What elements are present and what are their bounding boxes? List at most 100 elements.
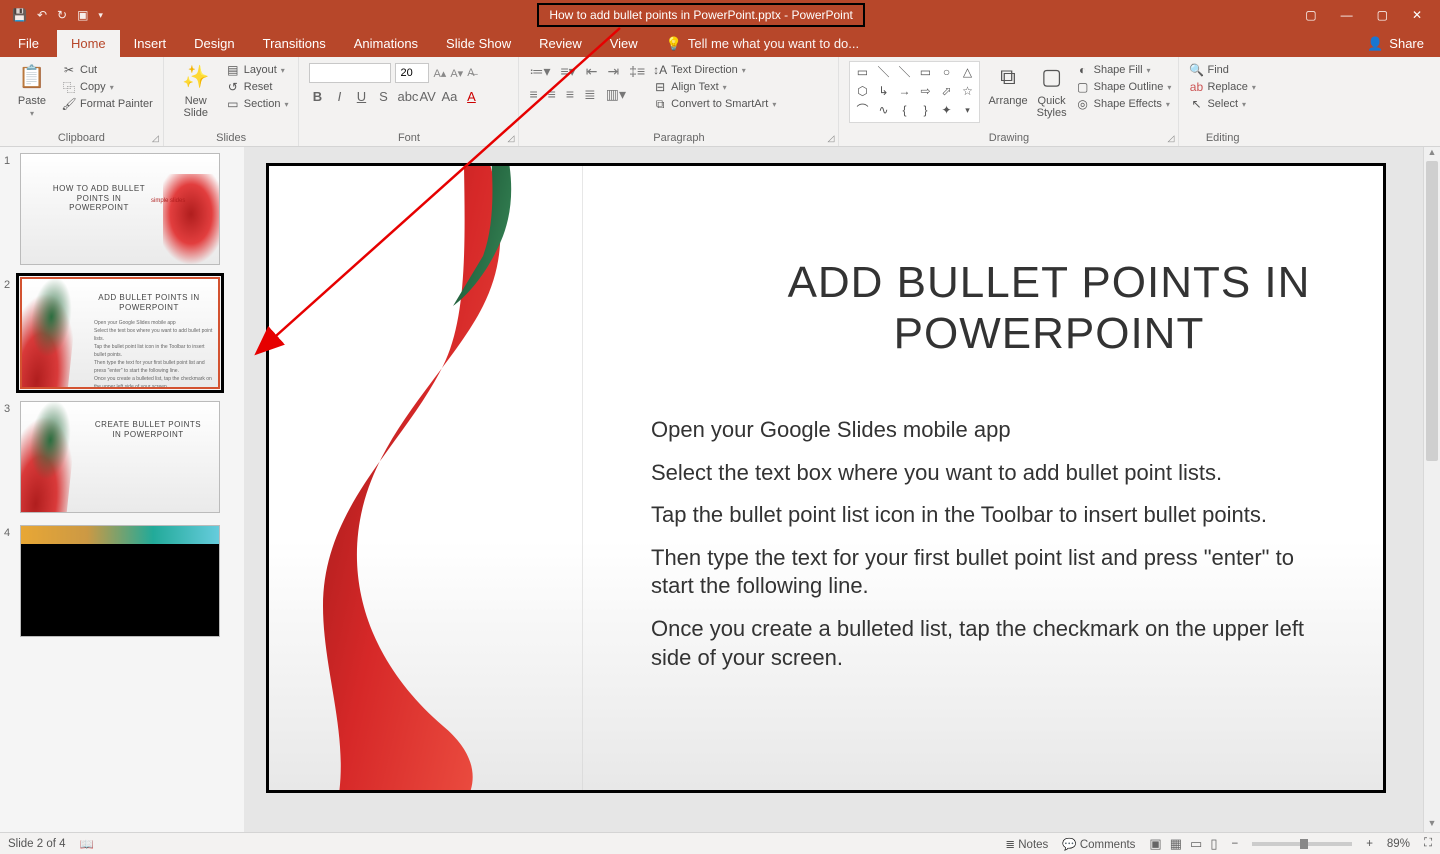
char-spacing-button[interactable]: AV: [419, 89, 435, 104]
new-slide-button[interactable]: ✨ New Slide: [174, 61, 218, 119]
quick-styles-button[interactable]: ▢ Quick Styles: [1036, 61, 1068, 119]
reset-button[interactable]: ↺Reset: [226, 80, 289, 94]
align-center-button[interactable]: ≡: [548, 86, 556, 103]
justify-button[interactable]: ≣: [584, 86, 596, 103]
tab-design[interactable]: Design: [180, 30, 248, 57]
shape-outline-button[interactable]: ▢Shape Outline ▾: [1076, 80, 1172, 94]
font-name-input[interactable]: [309, 63, 391, 83]
paste-icon: 📋: [16, 61, 48, 93]
align-right-button[interactable]: ≡: [566, 86, 574, 103]
align-text-button[interactable]: ⊟Align Text ▾: [653, 80, 776, 94]
normal-view-icon[interactable]: ▣: [1149, 836, 1161, 852]
clear-formatting-icon[interactable]: A̶: [467, 67, 474, 79]
tab-file[interactable]: File: [0, 30, 57, 57]
text-direction-button[interactable]: ↕AText Direction ▾: [653, 63, 776, 77]
thumbnail-3[interactable]: 3 CREATE BULLET POINTS IN POWERPOINT: [4, 401, 240, 513]
ribbon-display-icon[interactable]: ▢: [1305, 8, 1316, 22]
italic-button[interactable]: I: [331, 89, 347, 104]
shapes-gallery[interactable]: ▭＼＼▭○△ ⬡↳→⇨⬀☆ ⌒∿{}✦▾: [849, 61, 980, 123]
undo-icon[interactable]: ↶: [37, 8, 47, 22]
slideshow-view-icon[interactable]: ▯: [1210, 836, 1217, 852]
numbering-button[interactable]: ≡▾: [561, 63, 576, 80]
font-launcher-icon[interactable]: ◿: [508, 133, 515, 144]
bullets-button[interactable]: ≔▾: [529, 63, 550, 80]
bold-button[interactable]: B: [309, 89, 325, 104]
sorter-view-icon[interactable]: ▦: [1170, 836, 1182, 852]
slide-title[interactable]: ADD BULLET POINTS IN POWERPOINT: [739, 258, 1359, 359]
slide-body[interactable]: Open your Google Slides mobile app Selec…: [651, 416, 1331, 686]
current-slide[interactable]: ADD BULLET POINTS IN POWERPOINT Open you…: [266, 163, 1386, 793]
maximize-icon[interactable]: ▢: [1377, 8, 1388, 22]
slide-thumbnails-panel[interactable]: 1 HOW TO ADD BULLET POINTS IN POWERPOINT…: [0, 147, 244, 832]
zoom-level[interactable]: 89%: [1387, 838, 1410, 850]
shape-effects-button[interactable]: ◎Shape Effects ▾: [1076, 97, 1172, 111]
tab-review[interactable]: Review: [525, 30, 596, 57]
notes-button[interactable]: ≣ Notes: [1005, 837, 1048, 851]
increase-font-icon[interactable]: A▴: [433, 67, 446, 80]
save-icon[interactable]: 💾: [12, 8, 27, 22]
slide-counter[interactable]: Slide 2 of 4: [8, 838, 66, 850]
reading-view-icon[interactable]: ▭: [1190, 836, 1202, 852]
qat-more-icon[interactable]: ▾: [98, 10, 103, 21]
shadow-button[interactable]: abc: [397, 89, 413, 104]
fit-window-icon[interactable]: ⛶: [1424, 837, 1432, 850]
copy-button[interactable]: ⿻Copy ▾: [62, 80, 153, 94]
scroll-thumb[interactable]: [1426, 161, 1438, 461]
paragraph-launcher-icon[interactable]: ◿: [828, 133, 835, 144]
scroll-down-icon[interactable]: ▼: [1424, 818, 1440, 832]
tab-slide-show[interactable]: Slide Show: [432, 30, 525, 57]
columns-button[interactable]: ▥▾: [606, 86, 626, 103]
paste-button[interactable]: 📋 Paste ▾: [10, 61, 54, 118]
scissors-icon: ✂: [62, 63, 76, 77]
clipboard-launcher-icon[interactable]: ◿: [152, 133, 159, 144]
underline-button[interactable]: U: [353, 89, 369, 104]
close-icon[interactable]: ✕: [1412, 8, 1422, 22]
align-left-button[interactable]: ≡: [529, 86, 537, 103]
tab-view[interactable]: View: [596, 30, 652, 57]
line-spacing-button[interactable]: ‡≡: [629, 63, 645, 80]
start-from-beginning-icon[interactable]: ▣: [77, 8, 88, 22]
increase-indent-button[interactable]: ⇥: [607, 63, 619, 80]
scroll-up-icon[interactable]: ▲: [1424, 147, 1440, 161]
comments-button[interactable]: 💬 Comments: [1062, 837, 1135, 851]
find-icon: 🔍: [1189, 63, 1203, 77]
decrease-indent-button[interactable]: ⇤: [586, 63, 598, 80]
strike-button[interactable]: S: [375, 89, 391, 104]
change-case-button[interactable]: Aa: [441, 89, 457, 104]
thumbnail-1[interactable]: 1 HOW TO ADD BULLET POINTS IN POWERPOINT…: [4, 153, 240, 265]
tab-insert[interactable]: Insert: [120, 30, 181, 57]
thumbnail-4[interactable]: 4: [4, 525, 240, 637]
ribbon-tabs: File Home Insert Design Transitions Anim…: [0, 30, 1440, 57]
minimize-icon[interactable]: —: [1341, 8, 1353, 22]
select-button[interactable]: ↖Select ▾: [1189, 97, 1255, 111]
tell-me-label: Tell me what you want to do...: [688, 36, 859, 51]
slide-editor[interactable]: ADD BULLET POINTS IN POWERPOINT Open you…: [244, 147, 1440, 832]
zoom-in-icon[interactable]: +: [1366, 838, 1373, 850]
find-button[interactable]: 🔍Find: [1189, 63, 1255, 77]
zoom-slider[interactable]: [1252, 842, 1352, 846]
zoom-out-icon[interactable]: −: [1231, 838, 1238, 850]
tell-me-search[interactable]: 💡 Tell me what you want to do...: [652, 30, 873, 57]
convert-smartart-button[interactable]: ⧉Convert to SmartArt ▾: [653, 97, 776, 111]
shape-fill-button[interactable]: ◐Shape Fill ▾: [1076, 63, 1172, 77]
redo-icon[interactable]: ↻: [57, 8, 67, 22]
ribbon: 📋 Paste ▾ ✂Cut ⿻Copy ▾ 🖌Format Painter C…: [0, 57, 1440, 147]
drawing-launcher-icon[interactable]: ◿: [1168, 133, 1175, 144]
replace-button[interactable]: abReplace ▾: [1189, 80, 1255, 94]
arrange-button[interactable]: ⧉ Arrange: [988, 61, 1027, 107]
share-button[interactable]: 👤 Share: [1351, 36, 1440, 52]
cut-button[interactable]: ✂Cut: [62, 63, 153, 77]
layout-button[interactable]: ▤Layout ▾: [226, 63, 289, 77]
tab-animations[interactable]: Animations: [340, 30, 432, 57]
section-button[interactable]: ▭Section ▾: [226, 97, 289, 111]
font-size-input[interactable]: [395, 63, 429, 83]
quick-access-toolbar: 💾 ↶ ↻ ▣ ▾: [0, 8, 115, 22]
tab-transitions[interactable]: Transitions: [249, 30, 340, 57]
spellcheck-icon[interactable]: 📖: [80, 837, 94, 851]
font-color-button[interactable]: A: [463, 89, 479, 104]
format-painter-button[interactable]: 🖌Format Painter: [62, 97, 153, 111]
tab-home[interactable]: Home: [57, 30, 120, 57]
thumbnail-2[interactable]: 2 ADD BULLET POINTS IN POWERPOINT Open y…: [4, 277, 240, 389]
vertical-scrollbar[interactable]: ▲ ▼: [1423, 147, 1440, 832]
decrease-font-icon[interactable]: A▾: [450, 67, 463, 80]
